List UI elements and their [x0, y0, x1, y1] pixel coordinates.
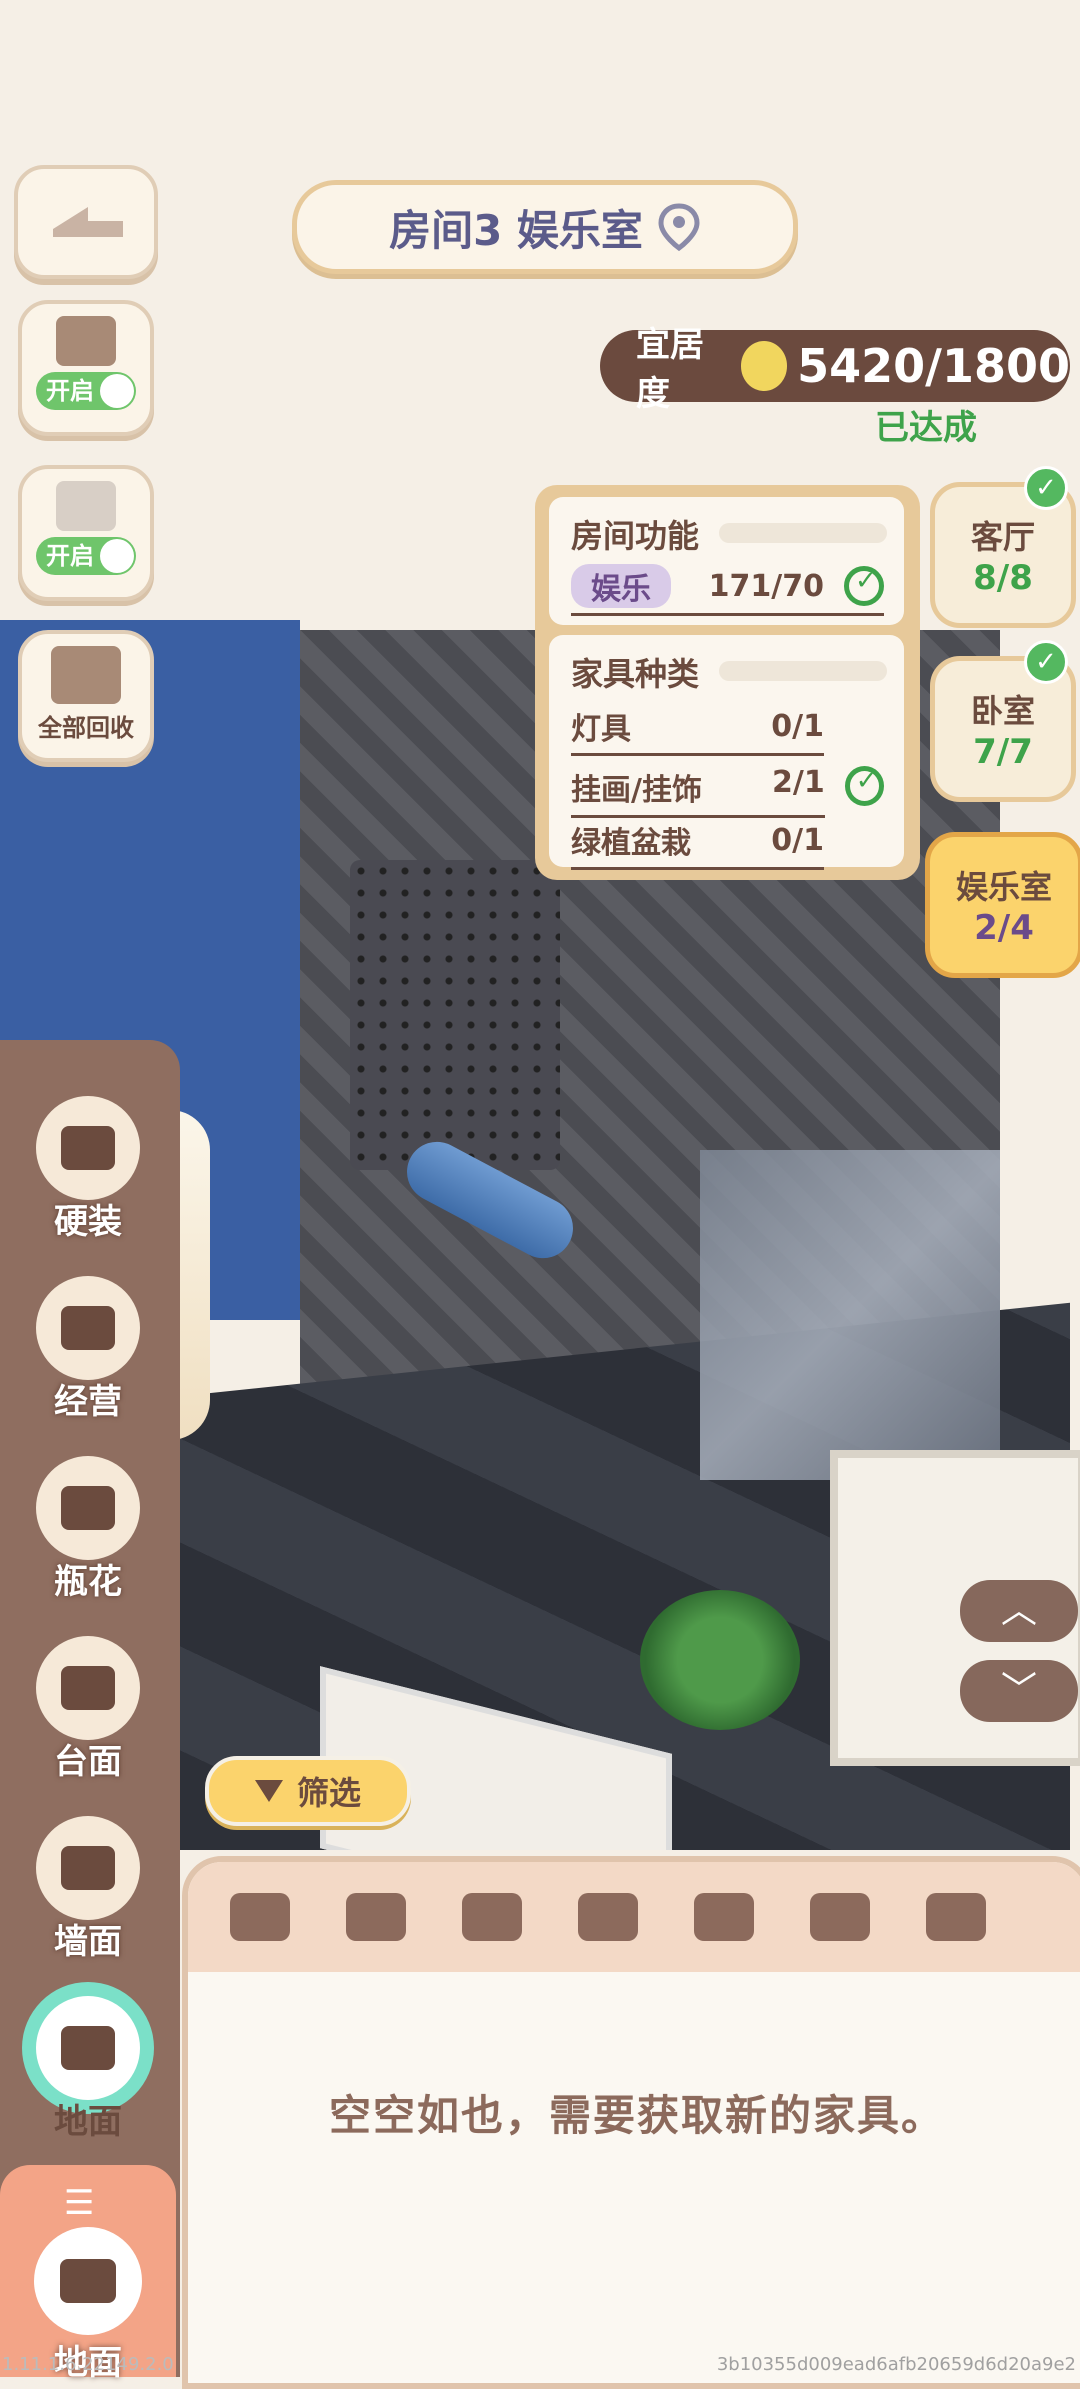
function-value: 171/70: [708, 568, 824, 604]
chevron-down-icon: ﹀: [1000, 1670, 1037, 1711]
scroll-down-button[interactable]: ﹀: [960, 1660, 1078, 1722]
furniture-row: 绿植盆栽 0/1: [571, 813, 824, 870]
category-floor[interactable]: 地面: [28, 1996, 148, 2143]
vase-icon: [36, 1456, 140, 1560]
empty-message: 空空如也，需要获取新的家具。: [328, 2091, 945, 2140]
box-visibility-button[interactable]: 开启: [18, 465, 154, 601]
room-tab-count: 7/7: [973, 732, 1033, 772]
sofa-icon: [36, 1996, 140, 2100]
menu-icon: ☰: [64, 2183, 95, 2223]
row-value: 0/1: [771, 822, 824, 858]
room-tab-count: 2/4: [974, 908, 1034, 948]
header-bar: [719, 523, 887, 543]
category-label: 经营: [54, 1382, 122, 1422]
row-name: 灯具: [571, 712, 631, 747]
inventory-panel: 空空如也，需要获取新的家具。: [182, 1856, 1080, 2389]
furniture-section: 家具种类 灯具 0/1 挂画/挂饰 2/1 绿植盆栽 0/1: [549, 635, 904, 870]
back-button[interactable]: [14, 165, 158, 279]
plant-furniture[interactable]: [640, 1590, 800, 1730]
function-row: 娱乐 171/70: [571, 559, 884, 616]
check-icon: [844, 566, 884, 606]
room-tab-name: 卧室: [970, 692, 1035, 730]
chevron-up-icon: ︿: [1000, 1590, 1037, 1631]
category-hard-decor[interactable]: 硬装: [28, 1096, 148, 1243]
wall-visibility-button[interactable]: 开启: [18, 300, 154, 436]
furniture-row: 灯具 0/1: [571, 699, 824, 756]
pegboard-furniture[interactable]: [350, 860, 560, 1170]
scroll-up-button[interactable]: ︿: [960, 1580, 1078, 1642]
rating-status: 已达成: [875, 408, 977, 448]
build-hash-text: 3b10355d009ead6afb20659d6d20a9e2: [716, 2354, 1076, 2375]
shelf-icon[interactable]: [448, 1884, 536, 1950]
funnel-icon: [254, 1780, 283, 1802]
glass-partition[interactable]: [700, 1150, 1000, 1480]
furniture-row: 挂画/挂饰 2/1: [571, 759, 884, 818]
row-name: 绿植盆栽: [571, 826, 691, 861]
row-value: 2/1: [772, 764, 825, 800]
row-name: 挂画/挂饰: [571, 772, 702, 808]
row-value: 0/1: [771, 708, 824, 744]
smiley-icon: [740, 341, 788, 391]
function-section: 房间功能 娱乐 171/70: [549, 497, 904, 625]
grid-icon[interactable]: [216, 1884, 304, 1950]
function-title: 房间功能: [571, 517, 700, 555]
room-tab-count: 8/8: [973, 558, 1033, 598]
table-icon: [36, 1636, 140, 1740]
category-wall[interactable]: 墙面: [28, 1816, 148, 1963]
livability-rating: 宜居度 5420/1800: [600, 325, 1070, 414]
category-tabletop[interactable]: 台面: [28, 1636, 148, 1783]
bathtub-icon[interactable]: [912, 1884, 1000, 1950]
category-label: 瓶花: [54, 1562, 122, 1602]
check-icon: ✓: [1024, 640, 1068, 684]
bed-icon[interactable]: [564, 1884, 652, 1950]
bottom-floor-tab[interactable]: ☰ 地面: [0, 2165, 176, 2383]
basket-icon: [51, 646, 121, 704]
category-business[interactable]: 经营: [28, 1276, 148, 1423]
header-bar: [719, 661, 887, 681]
wall-toggle-label: 开启: [46, 377, 94, 405]
box-toggle-label: 开启: [46, 542, 94, 570]
check-icon: ✓: [1024, 466, 1068, 510]
version-text: 1.11.1.6.22149.2.0: [2, 2354, 174, 2375]
rating-label: 宜居度: [636, 325, 704, 414]
category-label: 地面: [54, 2102, 122, 2142]
furniture-title: 家具种类: [571, 655, 700, 693]
filter-button[interactable]: 筛选: [205, 1756, 411, 1826]
recycle-label: 全部回收: [38, 714, 134, 742]
room-tab-name: 娱乐室: [955, 868, 1052, 906]
back-arrow-icon: [53, 207, 123, 237]
shop-icon: [36, 1096, 140, 1200]
room-title: 房间3 娱乐室: [389, 205, 643, 255]
rating-value: 5420/1800: [797, 339, 1070, 393]
room-tab-entertainment[interactable]: 娱乐室 2/4: [925, 832, 1080, 978]
room-title-bar[interactable]: 房间3 娱乐室: [292, 180, 798, 274]
category-vase[interactable]: 瓶花: [28, 1456, 148, 1603]
box-toggle[interactable]: 开启: [36, 537, 136, 575]
category-label: 台面: [54, 1742, 122, 1782]
paint-roller-icon: [36, 1276, 140, 1380]
wardrobe-icon[interactable]: [680, 1884, 768, 1950]
location-pin-icon: [658, 203, 700, 252]
sofa-icon[interactable]: [332, 1884, 420, 1950]
inventory-tabs: [188, 1862, 1080, 1972]
filter-label: 筛选: [296, 1774, 361, 1812]
category-label: 墙面: [54, 1922, 122, 1962]
category-label: 硬装: [54, 1202, 122, 1242]
room-function-panel: 房间功能 娱乐 171/70 家具种类 灯具 0/1 挂画/挂饰 2/1 绿植盆…: [535, 485, 920, 880]
check-icon: [844, 766, 884, 806]
wall-toggle[interactable]: 开启: [36, 372, 136, 410]
sofa-icon: [34, 2227, 142, 2335]
function-tag: 娱乐: [571, 564, 671, 608]
room-tab-name: 客厅: [970, 518, 1035, 556]
recycle-all-button[interactable]: 全部回收: [18, 630, 154, 762]
wall-frame-icon: [36, 1816, 140, 1920]
cube-icon: [56, 481, 116, 531]
wall-icon: [56, 316, 116, 366]
pot-icon[interactable]: [796, 1884, 884, 1950]
